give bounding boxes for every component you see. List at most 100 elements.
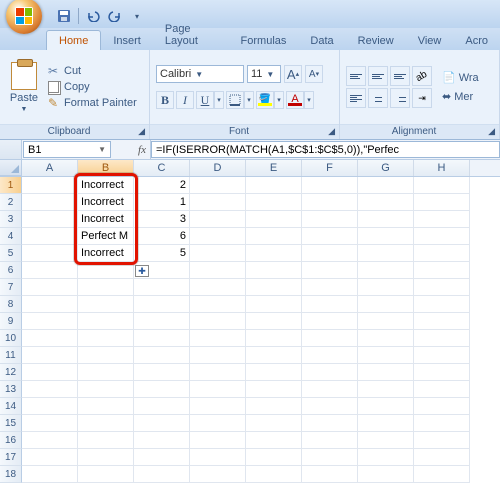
cell[interactable] bbox=[22, 194, 78, 211]
font-name-combo[interactable]: Calibri▼ bbox=[156, 65, 244, 83]
col-header-e[interactable]: E bbox=[246, 160, 302, 176]
underline-menu[interactable]: ▾ bbox=[214, 91, 224, 109]
cell[interactable] bbox=[190, 330, 246, 347]
cell[interactable] bbox=[414, 381, 470, 398]
cell[interactable] bbox=[358, 347, 414, 364]
cell[interactable] bbox=[246, 313, 302, 330]
fill-color-button[interactable]: 🪣 bbox=[256, 91, 274, 109]
border-button[interactable] bbox=[226, 91, 244, 109]
cell[interactable] bbox=[190, 296, 246, 313]
row-header[interactable]: 4 bbox=[0, 228, 22, 245]
save-icon[interactable] bbox=[56, 8, 72, 24]
cell[interactable] bbox=[302, 211, 358, 228]
cell[interactable] bbox=[302, 466, 358, 483]
cell[interactable] bbox=[190, 449, 246, 466]
cell[interactable] bbox=[358, 415, 414, 432]
cell[interactable] bbox=[358, 211, 414, 228]
align-center-button[interactable] bbox=[368, 88, 388, 108]
cell[interactable] bbox=[302, 381, 358, 398]
worksheet-grid[interactable]: 1Incorrect 2 2Incorrect 1 3Incorrect 3 4… bbox=[0, 177, 500, 483]
cell[interactable] bbox=[414, 296, 470, 313]
cell[interactable] bbox=[414, 347, 470, 364]
cell[interactable] bbox=[246, 211, 302, 228]
cell[interactable] bbox=[22, 347, 78, 364]
cell[interactable] bbox=[246, 177, 302, 194]
row-header[interactable]: 9 bbox=[0, 313, 22, 330]
cell[interactable] bbox=[414, 279, 470, 296]
cell[interactable] bbox=[414, 466, 470, 483]
cell[interactable] bbox=[302, 449, 358, 466]
cell[interactable] bbox=[302, 364, 358, 381]
align-left-button[interactable] bbox=[346, 88, 366, 108]
cell[interactable] bbox=[246, 245, 302, 262]
cell[interactable] bbox=[190, 211, 246, 228]
cell[interactable] bbox=[414, 177, 470, 194]
cell[interactable] bbox=[78, 330, 134, 347]
cell[interactable] bbox=[22, 466, 78, 483]
cell[interactable] bbox=[358, 296, 414, 313]
cell[interactable] bbox=[134, 398, 190, 415]
col-header-h[interactable]: H bbox=[414, 160, 470, 176]
cell[interactable] bbox=[414, 330, 470, 347]
cell[interactable] bbox=[190, 364, 246, 381]
cell[interactable] bbox=[22, 262, 78, 279]
col-header-f[interactable]: F bbox=[302, 160, 358, 176]
row-header[interactable]: 15 bbox=[0, 415, 22, 432]
row-header[interactable]: 14 bbox=[0, 398, 22, 415]
row-header[interactable]: 11 bbox=[0, 347, 22, 364]
row-header[interactable]: 16 bbox=[0, 432, 22, 449]
row-header[interactable]: 1 bbox=[0, 177, 22, 194]
cell[interactable] bbox=[358, 449, 414, 466]
cell[interactable] bbox=[22, 432, 78, 449]
col-header-c[interactable]: C bbox=[134, 160, 190, 176]
cell[interactable] bbox=[414, 262, 470, 279]
cell[interactable] bbox=[414, 211, 470, 228]
cell[interactable] bbox=[78, 296, 134, 313]
italic-button[interactable]: I bbox=[176, 91, 194, 109]
cell[interactable] bbox=[414, 194, 470, 211]
cell[interactable] bbox=[246, 347, 302, 364]
row-header[interactable]: 12 bbox=[0, 364, 22, 381]
wrap-text-button[interactable]: 📄Wra bbox=[442, 69, 479, 86]
cell[interactable] bbox=[246, 364, 302, 381]
cell[interactable] bbox=[134, 466, 190, 483]
cell[interactable] bbox=[414, 245, 470, 262]
cell[interactable]: Incorrect bbox=[78, 177, 134, 194]
cell[interactable] bbox=[22, 381, 78, 398]
cell[interactable] bbox=[134, 449, 190, 466]
tab-home[interactable]: Home bbox=[46, 30, 101, 50]
cell[interactable] bbox=[78, 262, 134, 279]
qat-customize-icon[interactable]: ▾ bbox=[129, 8, 145, 24]
cell[interactable] bbox=[134, 296, 190, 313]
cell[interactable]: 1 bbox=[134, 194, 190, 211]
cell[interactable] bbox=[22, 211, 78, 228]
copy-button[interactable]: Copy bbox=[46, 80, 137, 94]
select-all-corner[interactable] bbox=[0, 160, 22, 176]
cell[interactable] bbox=[190, 381, 246, 398]
align-middle-button[interactable] bbox=[368, 66, 388, 86]
cell[interactable] bbox=[246, 330, 302, 347]
cell[interactable] bbox=[414, 449, 470, 466]
align-right-button[interactable] bbox=[390, 88, 410, 108]
row-header[interactable]: 13 bbox=[0, 381, 22, 398]
cell[interactable] bbox=[246, 296, 302, 313]
tab-acrobat[interactable]: Acro bbox=[453, 31, 500, 50]
cell[interactable] bbox=[302, 177, 358, 194]
cell[interactable] bbox=[78, 415, 134, 432]
row-header[interactable]: 8 bbox=[0, 296, 22, 313]
col-header-d[interactable]: D bbox=[190, 160, 246, 176]
cell[interactable] bbox=[134, 415, 190, 432]
cell[interactable] bbox=[414, 228, 470, 245]
cell[interactable] bbox=[358, 398, 414, 415]
tab-review[interactable]: Review bbox=[346, 31, 406, 50]
row-header[interactable]: 18 bbox=[0, 466, 22, 483]
cell[interactable] bbox=[78, 313, 134, 330]
cell[interactable] bbox=[134, 432, 190, 449]
cell[interactable]: Incorrect bbox=[78, 245, 134, 262]
cell[interactable] bbox=[358, 381, 414, 398]
cell[interactable] bbox=[302, 228, 358, 245]
shrink-font-button[interactable]: A▾ bbox=[305, 65, 323, 83]
cell[interactable] bbox=[414, 432, 470, 449]
dialog-launcher-icon[interactable]: ◢ bbox=[328, 126, 335, 137]
cell[interactable] bbox=[302, 432, 358, 449]
